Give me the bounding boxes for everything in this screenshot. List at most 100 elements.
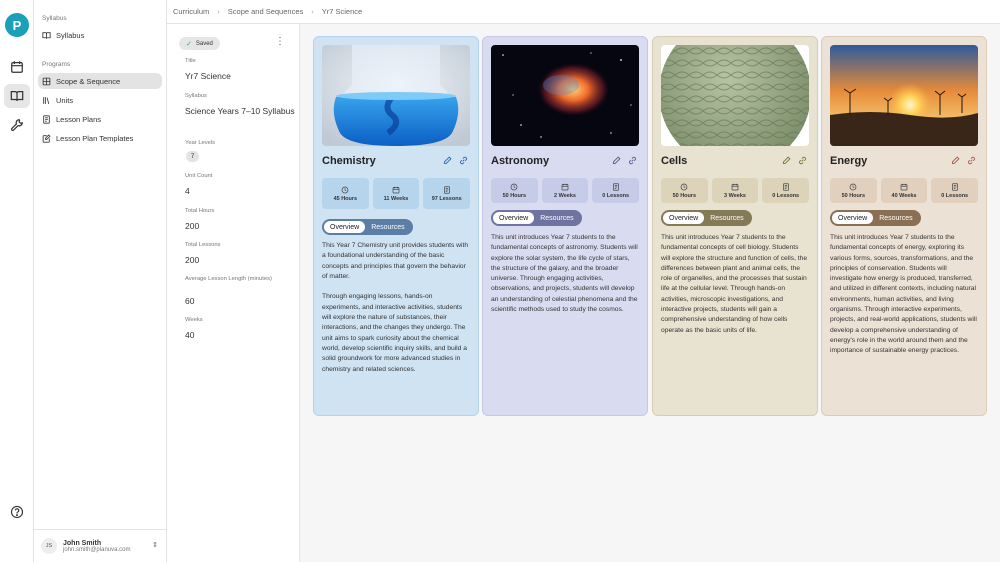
sidebar-item-label: Lesson Plans [56, 114, 102, 124]
edit-icon[interactable] [951, 156, 960, 165]
stat-hours: 50 Hours [491, 178, 538, 203]
stat-lessons-value: 0 Lessons [602, 192, 630, 199]
tools-nav-button[interactable] [4, 113, 30, 137]
unit-card-chemistry[interactable]: Chemistry 45 Hours 11 Weeks 97 Lessons O… [313, 36, 479, 416]
unit-tabs: Overview Resources [830, 210, 921, 226]
tab-resources[interactable]: Resources [873, 212, 918, 224]
link-icon[interactable] [967, 156, 976, 165]
stat-weeks-value: 11 Weeks [383, 195, 409, 202]
sidebar-item-lesson-plan-templates[interactable]: Lesson Plan Templates [38, 130, 162, 146]
unit-card-cells[interactable]: Cells 50 Hours 3 Weeks 0 Lessons Overvie… [652, 36, 818, 416]
edit-document-icon [42, 133, 51, 143]
stat-hours: 50 Hours [661, 178, 708, 203]
link-icon[interactable] [628, 156, 637, 165]
edit-icon[interactable] [782, 156, 791, 165]
user-email: john.smith@planuva.com [63, 546, 131, 553]
calendar-icon [392, 186, 400, 193]
sidebar-item-label: Scope & Sequence [56, 76, 121, 86]
unit-description: This unit introduces Year 7 students to … [830, 234, 977, 355]
breadcrumb: Curriculum › Scope and Sequences › Yr7 S… [167, 0, 1000, 24]
stat-weeks-value: 2 Weeks [554, 192, 576, 199]
app-logo[interactable]: P [5, 13, 29, 37]
stat-weeks: 11 Weeks [372, 178, 420, 209]
sidebar-section-programs: Programs [42, 61, 71, 68]
tab-overview[interactable]: Overview [493, 212, 535, 224]
stat-weeks: 3 Weeks [711, 178, 759, 203]
help-button[interactable] [4, 500, 30, 524]
sidebar-item-lesson-plans[interactable]: Lesson Plans [38, 111, 162, 127]
stat-lessons-value: 97 Lessons [431, 195, 462, 202]
unit-card-energy[interactable]: Energy 50 Hours 40 Weeks 0 Lessons Overv… [821, 36, 987, 416]
stat-lessons-value: 0 Lessons [772, 192, 800, 199]
scope-detail-panel: ✓ Saved ⋮ Title Yr7 Science Syllabus Sci… [167, 24, 300, 562]
stat-lessons: 97 Lessons [423, 178, 471, 209]
sidebar-item-syllabus[interactable]: Syllabus [38, 27, 162, 43]
clock-icon [680, 183, 688, 190]
total-lessons-label: Total Lessons [185, 242, 221, 248]
link-icon[interactable] [798, 156, 807, 165]
tab-overview[interactable]: Overview [832, 212, 874, 224]
check-icon: ✓ [186, 40, 192, 48]
stat-hours-value: 45 Hours [333, 195, 358, 202]
sidebar-item-scope-sequence[interactable]: Scope & Sequence [38, 73, 162, 89]
stat-hours: 45 Hours [322, 178, 369, 209]
year-level-badge: 7 [186, 151, 199, 162]
stat-hours: 50 Hours [830, 178, 877, 203]
edit-icon[interactable] [443, 156, 452, 165]
unit-title: Energy [830, 155, 868, 167]
astronomy-image [491, 45, 639, 146]
wrench-icon [10, 119, 23, 132]
chevron-right-icon: › [311, 7, 314, 16]
calendar-nav-button[interactable] [4, 55, 30, 79]
tab-resources[interactable]: Resources [704, 212, 749, 224]
document-icon [612, 182, 619, 191]
sidebar-item-label: Lesson Plan Templates [56, 133, 134, 143]
user-name: John Smith [63, 539, 102, 547]
tab-overview[interactable]: Overview [324, 221, 366, 233]
document-icon [782, 182, 789, 191]
unit-count-label: Unit Count [185, 173, 213, 179]
title-label: Title [185, 58, 196, 64]
stat-lessons-value: 0 Lessons [941, 192, 969, 199]
breadcrumb-scope-sequences[interactable]: Scope and Sequences [228, 7, 303, 16]
clock-icon [849, 183, 857, 190]
stat-weeks-value: 40 Weeks [891, 192, 917, 199]
stat-hours-value: 50 Hours [502, 192, 527, 199]
sidebar: Syllabus Syllabus Programs Scope & Seque… [34, 0, 167, 562]
energy-image [830, 45, 978, 146]
syllabus-value: Science Years 7–10 Syllabus [185, 106, 295, 116]
cells-image [661, 45, 809, 146]
stat-hours-value: 50 Hours [672, 192, 697, 199]
sidebar-section-syllabus: Syllabus [42, 15, 67, 22]
tab-overview[interactable]: Overview [663, 212, 705, 224]
unit-description: This unit introduces Year 7 students to … [661, 234, 808, 334]
calendar-icon [561, 183, 569, 190]
avatar: JS [41, 538, 57, 554]
title-value: Yr7 Science [185, 71, 231, 81]
edit-icon[interactable] [612, 156, 621, 165]
total-hours-label: Total Hours [185, 208, 215, 214]
tab-resources[interactable]: Resources [534, 212, 579, 224]
unit-card-astronomy[interactable]: Astronomy 50 Hours 2 Weeks 0 Lessons Ove… [482, 36, 648, 416]
sidebar-item-units[interactable]: Units [38, 92, 162, 108]
chevron-up-down-icon: ⇕ [152, 542, 158, 549]
calendar-icon [900, 183, 908, 190]
stat-hours-value: 50 Hours [841, 192, 866, 199]
stat-lessons: 0 Lessons [592, 178, 640, 203]
breadcrumb-current: Yr7 Science [321, 7, 363, 16]
unit-count-value: 4 [185, 186, 190, 196]
breadcrumb-curriculum[interactable]: Curriculum [173, 7, 209, 16]
clock-icon [510, 183, 518, 190]
user-menu[interactable]: JS John Smith john.smith@planuva.com ⇕ [34, 529, 167, 562]
link-icon[interactable] [459, 156, 468, 165]
stat-weeks-value: 3 Weeks [724, 192, 746, 199]
unit-tabs: Overview Resources [661, 210, 752, 226]
curriculum-nav-button[interactable] [4, 84, 30, 108]
calendar-icon [11, 61, 23, 73]
chevron-right-icon: › [217, 7, 220, 16]
more-options-icon[interactable]: ⋮ [275, 36, 285, 47]
tab-resources[interactable]: Resources [365, 221, 410, 233]
sidebar-item-label: Units [56, 95, 74, 105]
units-board: Chemistry 45 Hours 11 Weeks 97 Lessons O… [300, 24, 1000, 562]
total-lessons-value: 200 [185, 255, 200, 265]
